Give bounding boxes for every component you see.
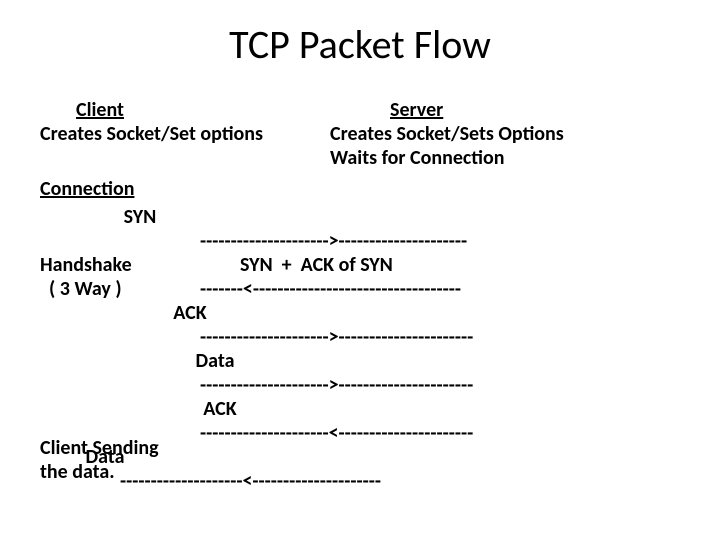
server-wait-connection: Waits for Connection <box>330 146 650 170</box>
synack-arrow: -------<--------------------------------… <box>200 277 461 301</box>
syn-label: SYN <box>0 205 280 229</box>
blank <box>0 229 200 253</box>
ack-label: ACK <box>0 301 380 325</box>
data1-label: Data <box>0 349 430 373</box>
syn-arrow: --------------------->------------------… <box>200 229 467 253</box>
ack-arrow: --------------------->------------------… <box>200 325 473 349</box>
data2-arrow: --------------------<-------------------… <box>120 469 381 493</box>
server-header: Server <box>330 98 650 122</box>
slide-title: TCP Packet Flow <box>0 20 720 69</box>
ack2-label: ACK <box>0 397 440 421</box>
server-create-socket: Creates Socket/Sets Options <box>330 122 650 146</box>
client-header: Client <box>40 98 160 122</box>
data1-arrow: --------------------->------------------… <box>200 373 473 397</box>
blank <box>0 325 200 349</box>
server-column: Server Creates Socket/Sets Options Waits… <box>330 98 650 170</box>
client-sending-note: Client Sending the data. <box>40 436 159 484</box>
client-create-socket: Creates Socket/Set options <box>40 122 300 146</box>
client-sending-line2: the data. <box>40 460 159 484</box>
ack2-arrow: ---------------------<------------------… <box>200 421 473 445</box>
synack-label: SYN + ACK of SYN <box>200 253 393 277</box>
connection-label: Connection <box>40 177 134 201</box>
handshake-label-1: Handshake <box>0 253 200 277</box>
client-sending-line1: Client Sending <box>40 436 159 460</box>
blank <box>0 373 200 397</box>
client-column: Client Creates Socket/Set options <box>40 98 300 146</box>
handshake-label-2: ( 3 Way ) <box>0 277 200 301</box>
